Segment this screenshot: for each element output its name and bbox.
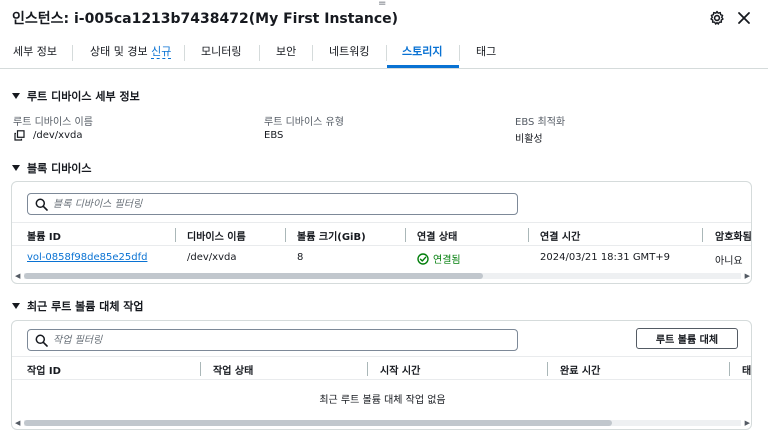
search-icon — [35, 198, 48, 211]
tab-divider — [259, 45, 260, 61]
block-device-search-input[interactable] — [53, 196, 494, 212]
task-search-input[interactable] — [53, 332, 494, 348]
tab-security[interactable]: 보안 — [276, 38, 296, 68]
root-device-name-label: 루트 디바이스 이름 — [13, 117, 93, 128]
empty-state-message: 최근 루트 볼륨 대체 작업 없음 — [319, 395, 446, 406]
column-header-task-id[interactable]: 작업 ID — [27, 362, 61, 377]
column-resizer[interactable] — [285, 228, 286, 242]
encrypted-cell: 아니요 — [715, 256, 743, 267]
status-success-icon — [417, 253, 429, 265]
scroll-right-arrow-icon[interactable]: ▶ — [745, 418, 750, 428]
ebs-optimized-value: 비활성 — [515, 134, 543, 145]
block-devices-table-header: 볼륨 ID 디바이스 이름 볼륨 크기(GiB) 연결 상태 연결 시간 암호화… — [12, 222, 751, 246]
column-resizer[interactable] — [547, 362, 548, 376]
column-header-attach-status[interactable]: 연결 상태 — [417, 228, 457, 243]
column-resizer[interactable] — [175, 228, 176, 242]
caret-down-icon — [12, 165, 20, 171]
block-device-search[interactable] — [27, 193, 518, 215]
attach-time-cell: 2024/03/21 18:31 GMT+9 — [540, 252, 671, 263]
section-title: 루트 디바이스 세부 정보 — [27, 90, 140, 103]
copy-icon[interactable] — [14, 130, 25, 141]
settings-gear-icon[interactable] — [709, 10, 725, 26]
column-resizer[interactable] — [367, 362, 368, 376]
tab-tags[interactable]: 태그 — [476, 38, 496, 68]
scrollbar-thumb[interactable] — [24, 273, 483, 279]
column-header-completion-time[interactable]: 완료 시간 — [560, 362, 600, 377]
tab-storage[interactable]: 스토리지 — [402, 38, 442, 68]
active-tab-indicator — [387, 65, 459, 68]
column-header-attach-time[interactable]: 연결 시간 — [540, 228, 580, 243]
tab-divider — [72, 45, 73, 61]
task-search[interactable] — [27, 329, 518, 351]
horizontal-scrollbar[interactable]: ◀ ▶ — [12, 271, 751, 281]
drag-handle-icon[interactable]: = — [378, 0, 386, 9]
tab-networking[interactable]: 네트워킹 — [329, 38, 369, 68]
tab-status-alarms[interactable]: 상태 및 경보 신규 — [90, 38, 172, 68]
attach-status-text: 연결됨 — [433, 255, 461, 266]
replace-root-volume-button[interactable]: 루트 볼륨 대체 — [636, 328, 738, 349]
column-resizer[interactable] — [200, 362, 201, 376]
column-resizer[interactable] — [729, 362, 730, 376]
column-header-volume-id[interactable]: 볼륨 ID — [27, 228, 61, 243]
tab-details[interactable]: 세부 정보 — [13, 38, 57, 68]
attach-status-cell: 연결됨 — [417, 251, 461, 266]
column-header-volume-size[interactable]: 볼륨 크기(GiB) — [297, 228, 366, 243]
root-device-type-label: 루트 디바이스 유형 — [264, 117, 344, 128]
root-device-name-value: /dev/xvda — [33, 130, 83, 141]
tab-divider — [386, 45, 387, 61]
column-header-task-status[interactable]: 작업 상태 — [213, 362, 253, 377]
column-resizer[interactable] — [702, 228, 703, 242]
close-icon[interactable] — [736, 10, 752, 26]
root-device-type-value: EBS — [264, 130, 284, 141]
section-title: 블록 디바이스 — [27, 162, 92, 175]
section-root-replace-toggle[interactable]: 최근 루트 볼륨 대체 작업 — [12, 298, 144, 314]
ebs-optimized-label: EBS 최적화 — [515, 117, 566, 128]
scrollbar-track[interactable] — [24, 273, 741, 279]
tasks-table-header: 작업 ID 작업 상태 시작 시간 완료 시간 태 — [12, 356, 751, 380]
column-header-tags[interactable]: 태 — [742, 362, 751, 377]
column-header-device-name[interactable]: 디바이스 이름 — [187, 228, 246, 243]
tab-monitoring[interactable]: 모니터링 — [201, 38, 241, 68]
tab-label: 태그 — [476, 45, 497, 58]
column-header-encrypted[interactable]: 암호화됨 — [715, 228, 751, 243]
caret-down-icon — [12, 303, 20, 309]
caret-down-icon — [12, 93, 20, 99]
tab-label: 네트워킹 — [329, 45, 370, 58]
panel-header: 인스턴스: i-005ca1213b7438472(My First Insta… — [0, 0, 768, 38]
tab-label: 보안 — [276, 45, 297, 58]
scroll-left-arrow-icon[interactable]: ◀ — [15, 418, 20, 428]
page-title: 인스턴스: i-005ca1213b7438472(My First Insta… — [12, 11, 399, 27]
tab-label: 상태 및 경보 — [90, 45, 148, 58]
column-resizer[interactable] — [528, 228, 529, 242]
tab-label: 세부 정보 — [13, 45, 57, 58]
device-name-cell: /dev/xvda — [187, 252, 237, 263]
section-title: 최근 루트 볼륨 대체 작업 — [27, 300, 144, 313]
scroll-left-arrow-icon[interactable]: ◀ — [15, 271, 20, 281]
scrollbar-thumb[interactable] — [24, 420, 612, 426]
tab-divider — [184, 45, 185, 61]
search-icon — [35, 334, 48, 347]
volume-size-cell: 8 — [297, 252, 304, 263]
tab-divider — [459, 45, 460, 61]
scrollbar-track[interactable] — [24, 420, 741, 426]
new-badge: 신규 — [151, 45, 172, 59]
block-devices-card: 볼륨 ID 디바이스 이름 볼륨 크기(GiB) 연결 상태 연결 시간 암호화… — [11, 181, 752, 284]
tab-label: 스토리지 — [402, 45, 443, 58]
section-root-device-toggle[interactable]: 루트 디바이스 세부 정보 — [12, 88, 140, 104]
column-resizer[interactable] — [405, 228, 406, 242]
tab-bar: 세부 정보 상태 및 경보 신규 모니터링 보안 네트워킹 스토리지 태그 — [0, 38, 768, 69]
section-block-devices-toggle[interactable]: 블록 디바이스 — [12, 160, 92, 176]
column-header-start-time[interactable]: 시작 시간 — [380, 362, 420, 377]
scroll-right-arrow-icon[interactable]: ▶ — [745, 271, 750, 281]
root-replace-card: 루트 볼륨 대체 작업 ID 작업 상태 시작 시간 완료 시간 태 최근 루트… — [11, 320, 752, 430]
tab-divider — [312, 45, 313, 61]
horizontal-scrollbar[interactable]: ◀ ▶ — [12, 418, 751, 428]
volume-id-link[interactable]: vol-0858f98de85e25dfd — [27, 252, 147, 263]
tab-label: 모니터링 — [201, 45, 242, 58]
